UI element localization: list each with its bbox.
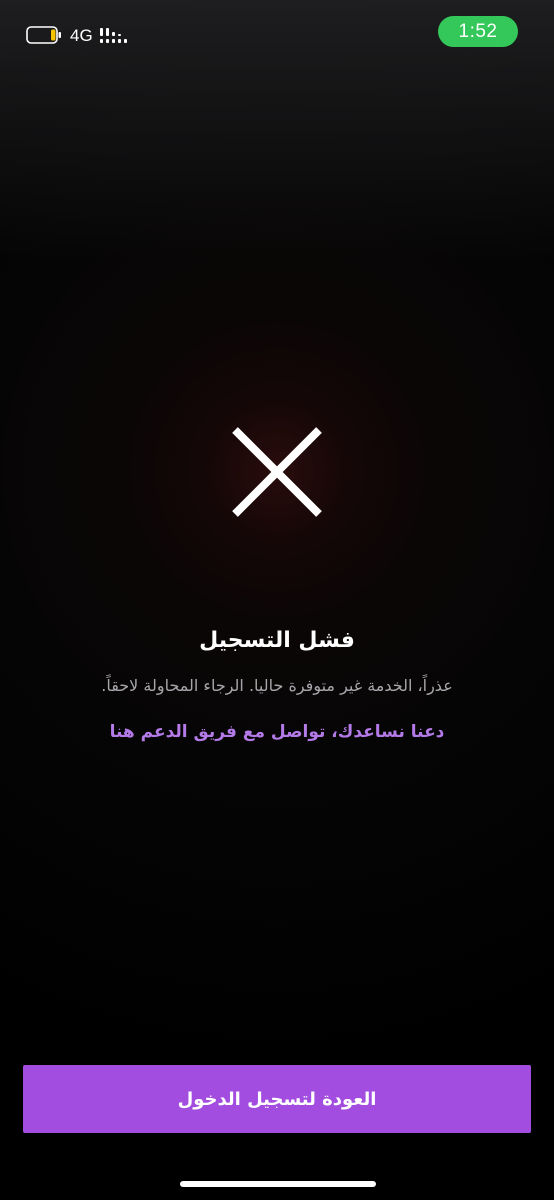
clock-time: 1:52 [458,20,498,42]
page-title: فشل التسجيل [199,628,355,653]
network-type-label: 4G [70,26,93,45]
close-x-icon [232,427,322,517]
back-to-login-label: العودة لتسجيل الدخول [177,1088,377,1110]
registration-failed-screen: 4G 1:52 فشل التسجيل عذراً، الخدمة غير مت… [0,0,554,1200]
home-indicator[interactable] [180,1181,376,1187]
time-pill: 1:52 [438,16,518,47]
contact-support-link[interactable]: دعنا نساعدك، تواصل مع فريق الدعم هنا [0,722,554,742]
error-message: عذراً، الخدمة غير متوفرة حاليا. الرجاء ا… [101,676,453,695]
battery-icon [26,26,61,44]
status-bar: 4G 1:52 [0,0,554,70]
back-to-login-button[interactable]: العودة لتسجيل الدخول [23,1065,531,1133]
signal-bars-icon [100,28,127,43]
